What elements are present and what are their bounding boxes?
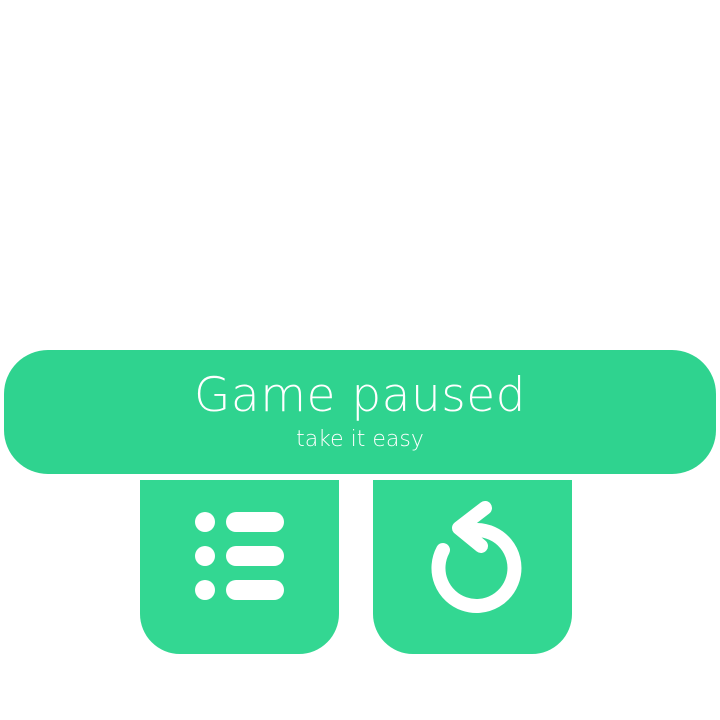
pause-title: Game paused [193, 368, 527, 423]
pause-screen: Game paused take it easy [0, 0, 720, 720]
restart-button[interactable] [373, 480, 572, 654]
pause-banner: Game paused take it easy [4, 350, 716, 474]
list-icon [195, 512, 284, 600]
pause-subtitle: take it easy [296, 427, 424, 452]
menu-button[interactable] [140, 480, 339, 654]
restart-icon [431, 501, 522, 613]
